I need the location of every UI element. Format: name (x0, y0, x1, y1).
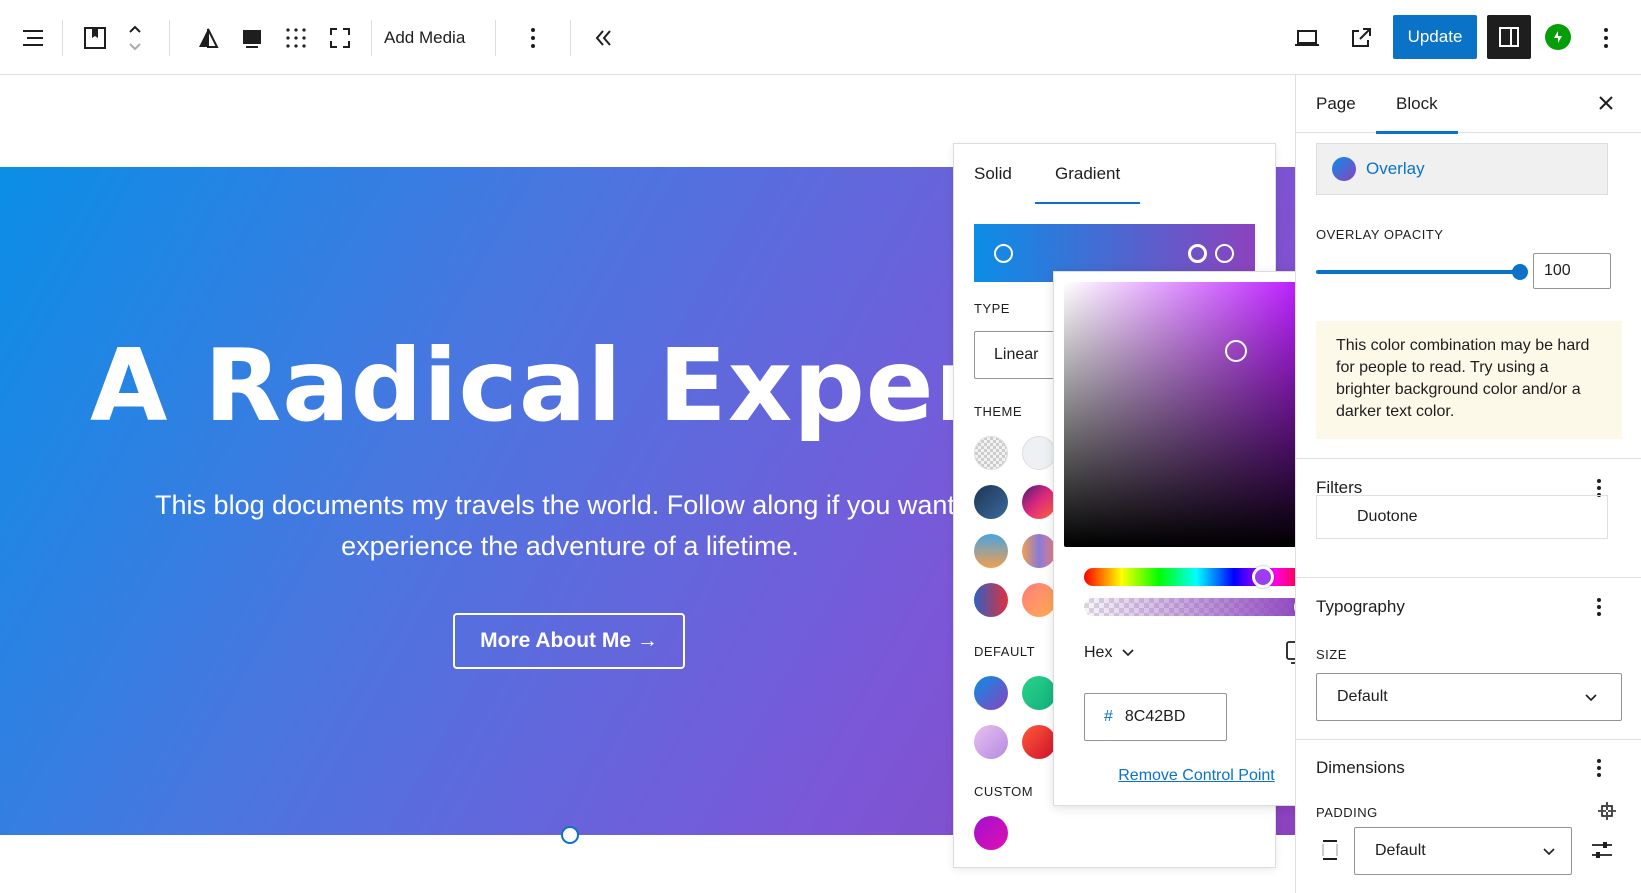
theme-swatch-blue-red[interactable] (974, 583, 1008, 617)
gradient-control-point-selected[interactable] (1188, 244, 1207, 263)
default-label: DEFAULT (974, 644, 1036, 659)
tab-gradient[interactable]: Gradient (1034, 144, 1141, 204)
size-label: SIZE (1316, 647, 1347, 662)
hue-slider-thumb[interactable] (1252, 566, 1274, 588)
color-type-tabs: Solid Gradient (954, 144, 1277, 204)
close-icon[interactable] (1596, 93, 1616, 118)
type-label: TYPE (974, 301, 1010, 316)
chevron-down-icon (1122, 649, 1135, 657)
custom-label: CUSTOM (974, 784, 1034, 799)
content-position-icon[interactable] (282, 0, 310, 75)
update-button[interactable]: Update (1393, 15, 1477, 59)
custom-swatch-magenta[interactable] (974, 816, 1008, 850)
add-media-button[interactable]: Add Media (384, 0, 465, 75)
theme-swatch-light[interactable] (1022, 436, 1056, 470)
unlink-sides-icon[interactable] (1596, 800, 1618, 827)
font-size-value: Default (1337, 688, 1388, 705)
hue-slider[interactable] (1084, 566, 1309, 588)
editor-toolbar: Add Media Update (0, 0, 1641, 75)
default-swatch-blue-purple[interactable] (974, 676, 1008, 710)
hex-value: 8C42BD (1124, 708, 1186, 725)
full-width-icon[interactable] (238, 0, 266, 75)
chevron-down-icon (1543, 848, 1555, 856)
settings-panel-toggle[interactable] (1487, 15, 1531, 59)
toolbar-divider (570, 20, 571, 56)
sidebar-panel-icon (1499, 27, 1519, 47)
theme-swatch-navy[interactable] (974, 485, 1008, 519)
overlay-color-button[interactable]: Overlay (1316, 143, 1608, 195)
padding-select[interactable]: Default (1354, 827, 1572, 875)
toolbar-divider (371, 20, 372, 56)
overlay-opacity-label: OVERLAY OPACITY (1316, 227, 1444, 242)
color-format-select[interactable]: Hex (1084, 644, 1135, 662)
saturation-pointer[interactable] (1225, 340, 1247, 362)
panel-divider (1296, 739, 1641, 740)
overlay-label: Overlay (1366, 159, 1425, 178)
panel-divider (1296, 577, 1641, 578)
toolbar-divider (169, 20, 170, 56)
gradient-control-point-start[interactable] (994, 244, 1013, 263)
theme-label: THEME (974, 404, 1022, 419)
font-size-select[interactable]: Default (1316, 673, 1622, 721)
toolbar-divider (495, 20, 496, 56)
cover-block-icon[interactable] (80, 0, 110, 75)
view-post-external-icon[interactable] (1346, 0, 1376, 75)
overlay-opacity-thumb[interactable] (1512, 264, 1528, 280)
custom-settings-sliders-icon[interactable] (1590, 839, 1614, 866)
overlay-swatch (1332, 157, 1356, 181)
panel-divider (1296, 458, 1641, 459)
default-swatch-red[interactable] (1022, 725, 1056, 759)
alpha-slider[interactable] (1084, 596, 1316, 618)
cover-resize-handle[interactable] (561, 826, 579, 844)
padding-sides-icon (1320, 839, 1340, 866)
color-format-label: Hex (1084, 644, 1113, 661)
theme-swatch-peach[interactable] (1022, 583, 1056, 617)
duotone-button[interactable]: Duotone (1316, 495, 1608, 539)
tab-page[interactable]: Page (1316, 75, 1356, 133)
cover-paragraph[interactable]: This blog documents my travels the world… (150, 485, 990, 567)
overlay-opacity-input[interactable]: 100 (1533, 253, 1611, 289)
toolbar-divider (62, 20, 63, 56)
gradient-control-point-end[interactable] (1215, 244, 1234, 263)
overlay-opacity-slider[interactable] (1316, 270, 1519, 274)
tab-block[interactable]: Block (1376, 75, 1457, 134)
theme-swatch-magenta[interactable] (1022, 485, 1056, 519)
padding-value: Default (1375, 842, 1426, 859)
typography-options-icon[interactable] (1596, 597, 1602, 622)
sidebar-tabs: Page Block (1296, 75, 1641, 134)
saturation-area[interactable] (1064, 282, 1329, 547)
jetpack-icon[interactable] (1545, 24, 1571, 50)
theme-swatch-transparent[interactable] (974, 436, 1008, 470)
dimensions-options-icon[interactable] (1596, 758, 1602, 783)
align-icon[interactable] (194, 0, 222, 75)
hex-color-input[interactable]: # 8C42BD (1084, 693, 1227, 741)
tab-solid[interactable]: Solid (974, 144, 1012, 204)
theme-swatch-pastel[interactable] (1022, 534, 1056, 568)
typography-panel-title[interactable]: Typography (1316, 597, 1405, 617)
default-swatch-green[interactable] (1022, 676, 1056, 710)
collapse-toolbar-icon[interactable] (592, 0, 616, 75)
duotone-label: Duotone (1357, 508, 1418, 525)
dimensions-panel-title[interactable]: Dimensions (1316, 758, 1405, 778)
settings-sidebar: Page Block Overlay OVERLAY OPACITY 100 T… (1295, 75, 1641, 893)
theme-swatch-sunset[interactable] (974, 534, 1008, 568)
preview-device-icon[interactable] (1292, 0, 1322, 75)
more-about-me-button[interactable]: More About Me → (453, 613, 685, 669)
chevron-down-icon (1585, 694, 1597, 702)
fullscreen-icon[interactable] (326, 0, 354, 75)
hash-prefix: # (1104, 708, 1113, 725)
move-up-down-icon[interactable] (124, 0, 146, 75)
more-options-icon[interactable] (522, 0, 544, 75)
padding-label: PADDING (1316, 805, 1378, 820)
contrast-warning-notice: This color combination may be hard for p… (1316, 321, 1622, 439)
default-swatch-lavender[interactable] (974, 725, 1008, 759)
options-menu-icon[interactable] (1596, 0, 1616, 75)
document-overview-icon[interactable] (18, 0, 48, 75)
